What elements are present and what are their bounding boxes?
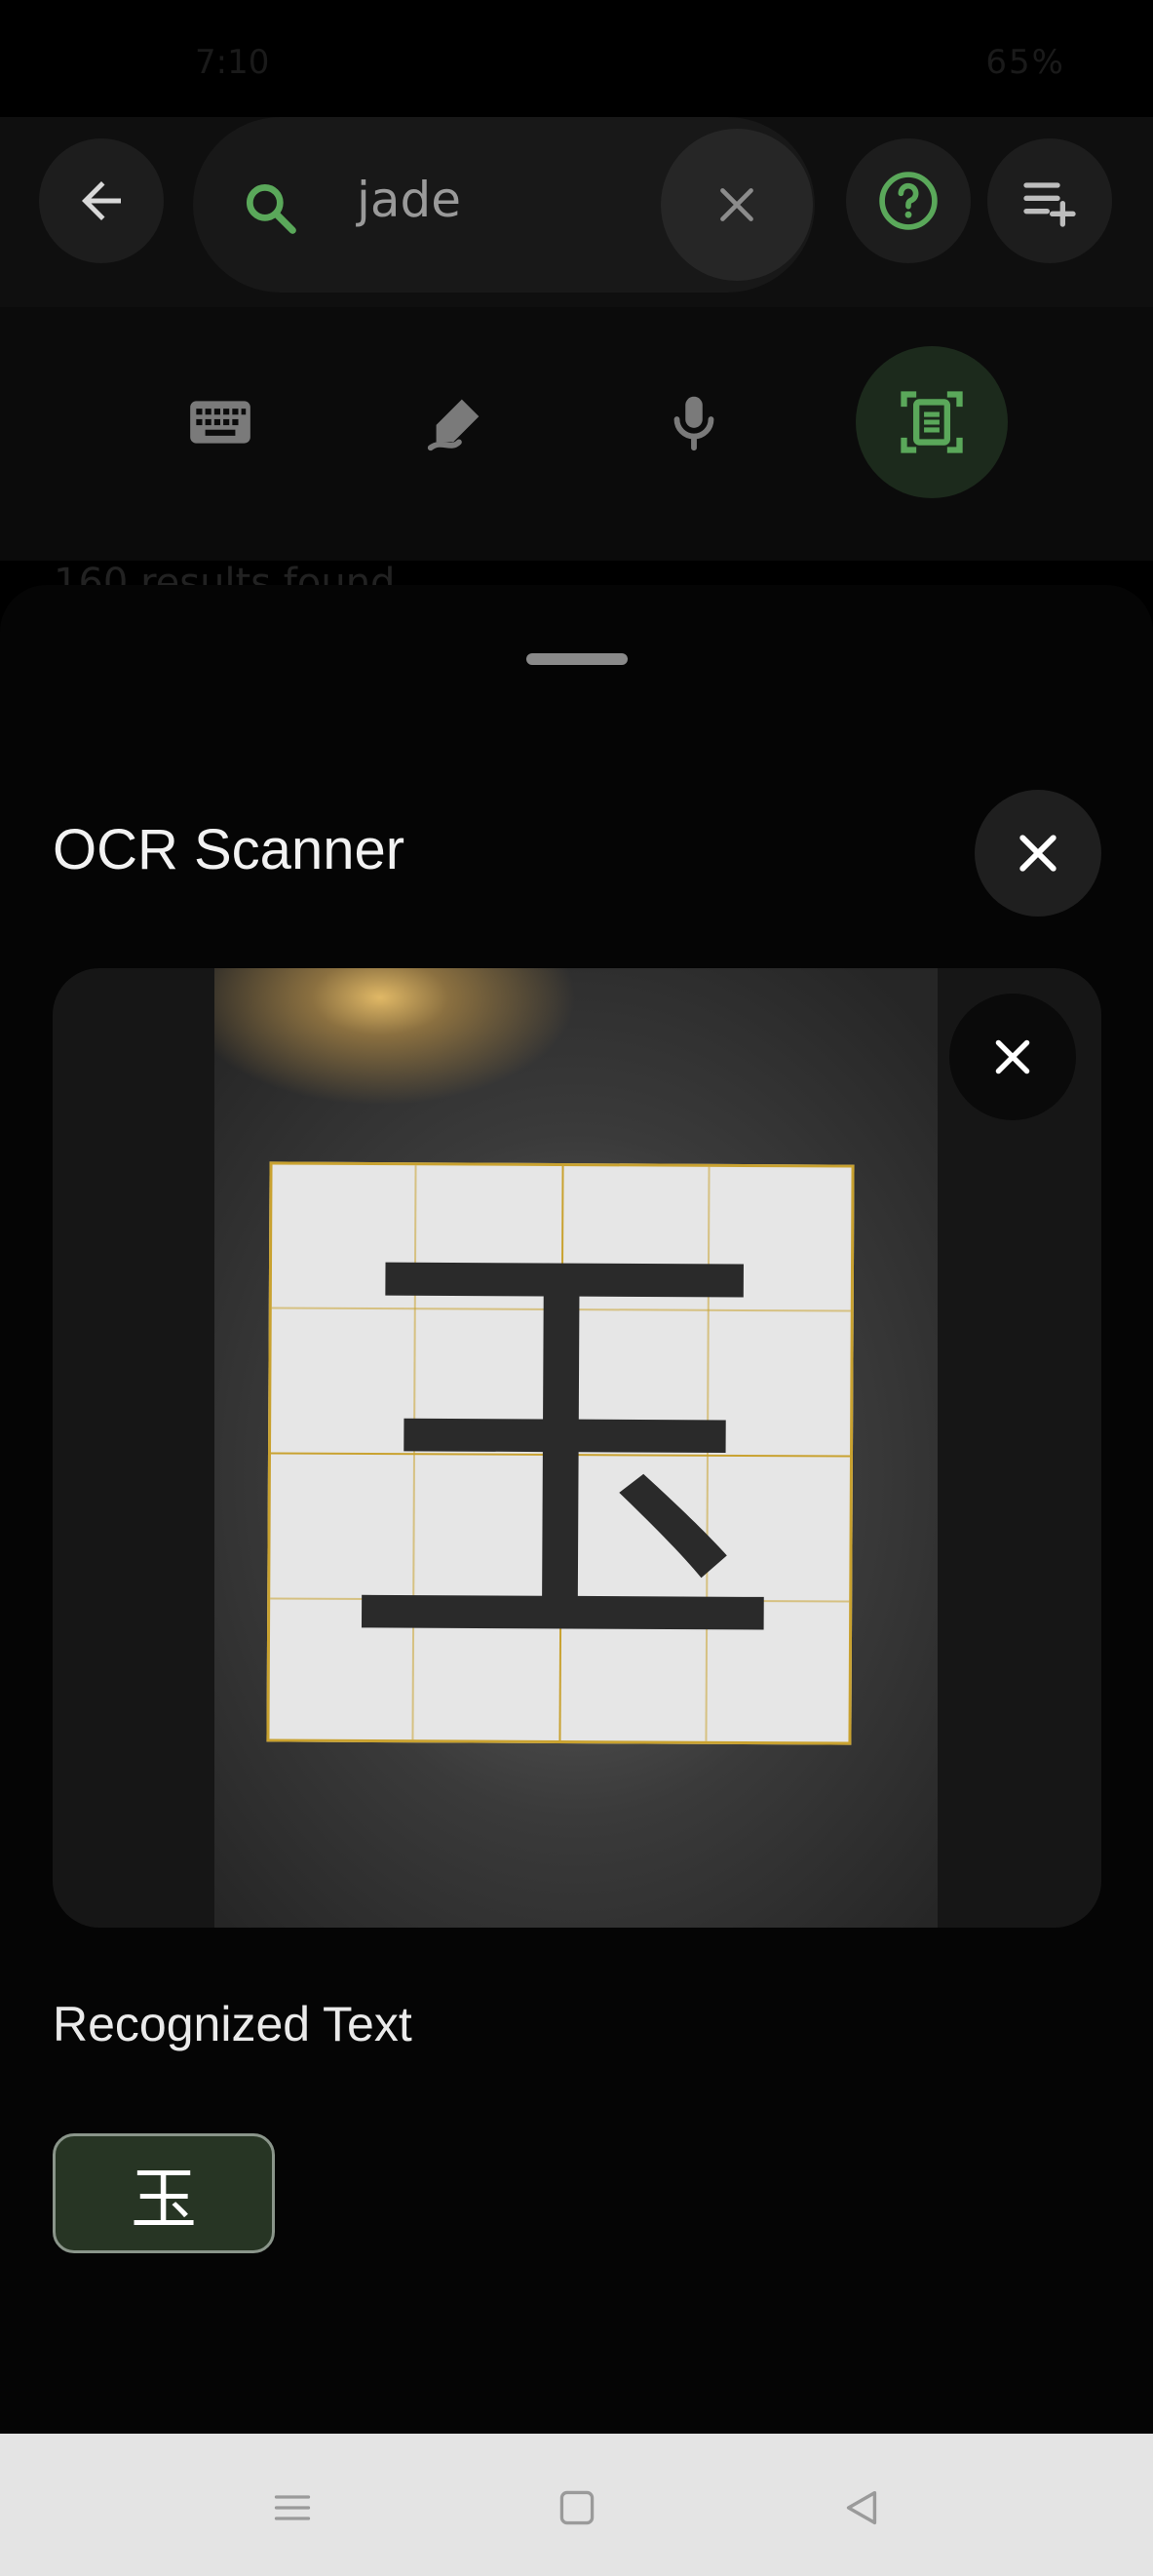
scanned-photo: 玉	[214, 968, 938, 1928]
help-button[interactable]	[846, 138, 971, 263]
nav-menu-button[interactable]	[253, 2469, 331, 2547]
ocr-mode-button[interactable]	[856, 346, 1008, 498]
sheet-title: OCR Scanner	[53, 818, 405, 881]
document-scanner-icon	[901, 391, 963, 453]
close-sheet-button[interactable]	[975, 790, 1101, 917]
recognized-text-chip[interactable]: 玉	[53, 2133, 275, 2253]
close-icon	[720, 188, 753, 221]
grid-paper: 玉	[266, 1161, 855, 1745]
menu-icon	[274, 2495, 311, 2520]
search-bar[interactable]: jade	[193, 117, 815, 293]
nav-home-button[interactable]	[538, 2469, 616, 2547]
playlist-add-icon	[1023, 182, 1076, 227]
top-bar: jade	[0, 117, 1153, 307]
keyboard-icon	[190, 401, 250, 444]
status-battery: 65%	[985, 43, 1065, 82]
sheet-drag-handle[interactable]	[526, 653, 628, 665]
status-bar: 7:10 65%	[0, 0, 1153, 117]
system-nav-bar	[0, 2434, 1153, 2576]
arrow-left-icon	[82, 181, 121, 220]
handwriting-mode-button[interactable]	[380, 346, 532, 498]
nav-back-button[interactable]	[823, 2469, 901, 2547]
back-button[interactable]	[39, 138, 164, 263]
voice-mode-button[interactable]	[618, 346, 770, 498]
recognized-text-label: Recognized Text	[53, 1997, 412, 2051]
close-icon	[1019, 835, 1057, 872]
back-triangle-icon	[846, 2490, 877, 2525]
help-circle-icon	[879, 172, 938, 230]
microphone-icon	[673, 396, 714, 451]
image-preview: 玉	[53, 968, 1101, 1928]
input-mode-bar	[0, 307, 1153, 561]
home-square-icon	[559, 2490, 595, 2525]
draw-icon	[427, 399, 480, 451]
clear-search-button[interactable]	[661, 129, 813, 281]
photo-character: 玉	[337, 1193, 789, 1718]
status-time: 7:10	[195, 43, 270, 82]
add-to-list-button[interactable]	[987, 138, 1112, 263]
close-icon	[995, 1039, 1030, 1074]
remove-image-button[interactable]	[949, 994, 1076, 1120]
search-query-text[interactable]: jade	[357, 172, 461, 228]
keyboard-mode-button[interactable]	[144, 346, 296, 498]
search-icon	[240, 177, 300, 242]
ocr-bottom-sheet: OCR Scanner 玉 Recognized Text 玉	[0, 585, 1153, 2434]
